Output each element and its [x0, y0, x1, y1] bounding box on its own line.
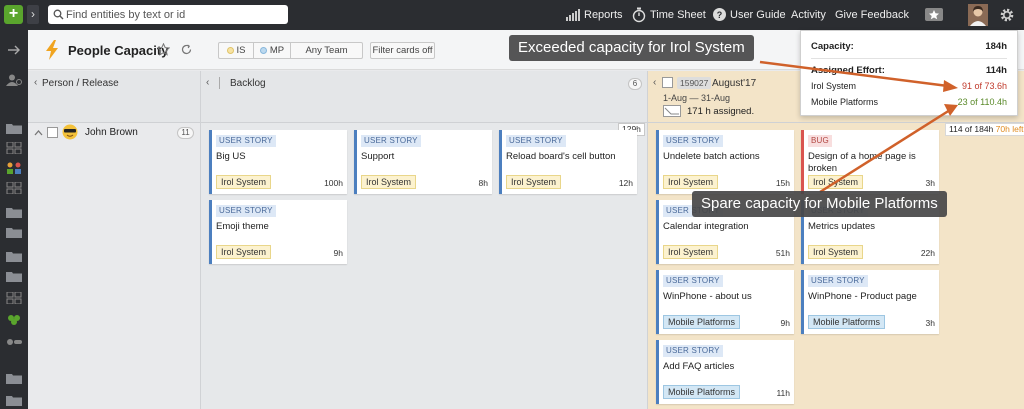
annotation-spare: Spare capacity for Mobile Platforms	[692, 191, 947, 217]
annotation-exceeded: Exceeded capacity for Irol System	[509, 35, 754, 61]
